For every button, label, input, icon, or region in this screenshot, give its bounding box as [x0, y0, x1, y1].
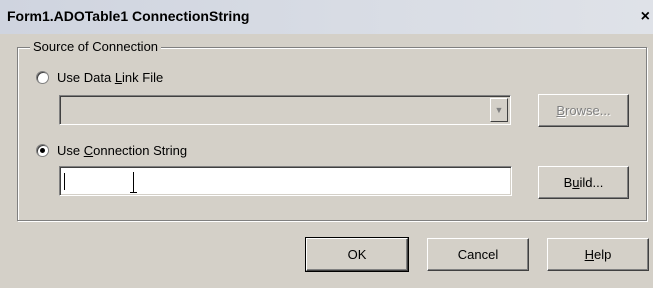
data-link-file-radio[interactable] [36, 71, 49, 84]
connection-string-dialog: Form1.ADOTable1 ConnectionString × Sourc… [0, 0, 653, 288]
browse-button[interactable]: Browse... [538, 94, 629, 127]
chevron-down-icon[interactable]: ▼ [490, 98, 508, 122]
window-title: Form1.ADOTable1 ConnectionString [7, 8, 250, 24]
connection-string-option[interactable]: Use Connection String [36, 143, 187, 158]
group-caption: Source of Connection [30, 39, 162, 54]
title-bar[interactable]: Form1.ADOTable1 ConnectionString × [0, 0, 653, 34]
build-button[interactable]: Bu ild... [538, 166, 629, 199]
ok-button[interactable]: OK [305, 237, 409, 272]
connection-string-label: Use Connection String [57, 143, 188, 158]
text-caret [64, 173, 65, 190]
connection-string-radio[interactable] [36, 144, 49, 157]
cancel-button[interactable]: Cancel [427, 238, 529, 271]
ibeam-cursor-icon [130, 171, 138, 193]
connection-string-input[interactable] [59, 166, 512, 196]
data-link-file-combo[interactable]: ▼ [59, 95, 511, 125]
data-link-file-option[interactable]: Use Data Link File [36, 70, 163, 85]
close-icon[interactable]: × [641, 9, 650, 25]
help-button[interactable]: Help [547, 238, 649, 271]
data-link-file-label: Use Data Link File [57, 70, 164, 85]
